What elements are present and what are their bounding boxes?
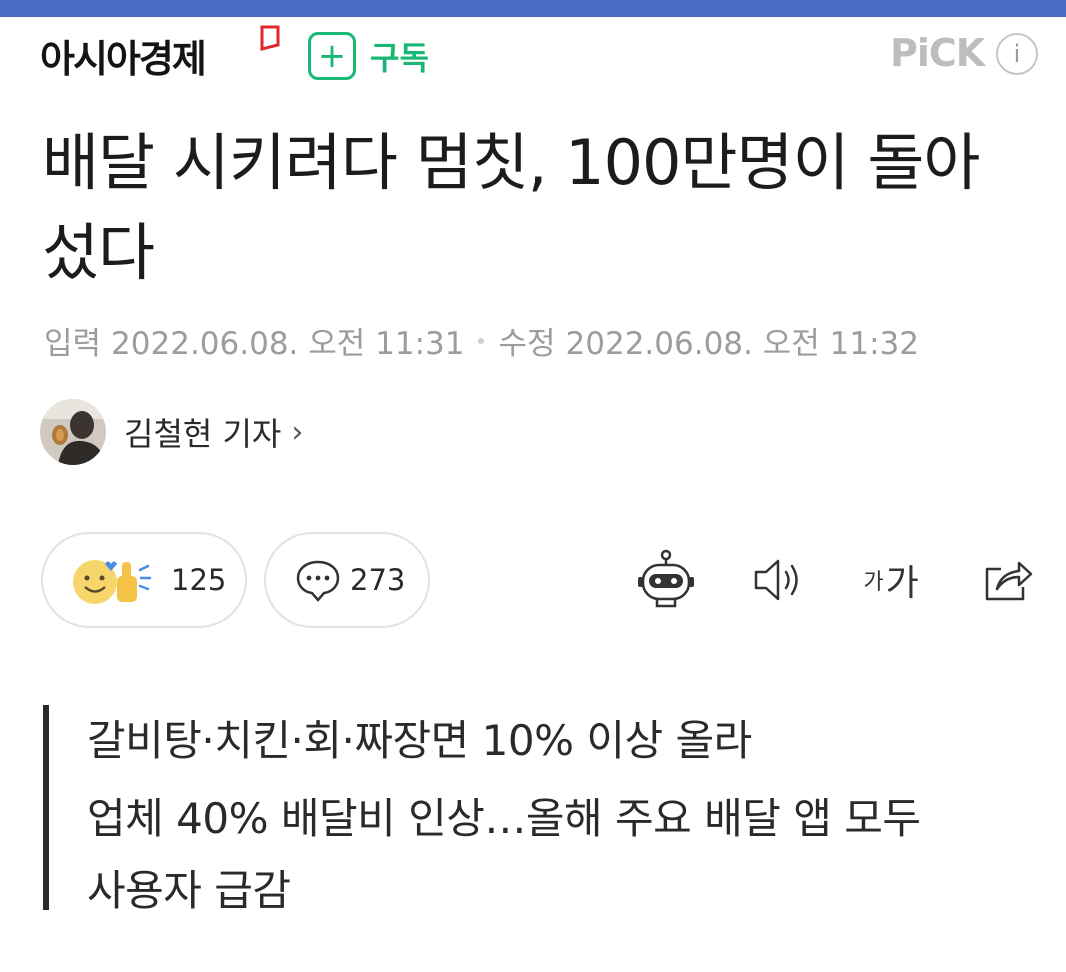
summary-bot-button[interactable] [632, 548, 700, 612]
article-summary: 갈비탕·치킨·회·짜장면 10% 이상 올라 업체 40% 배달비 인상…올해 … [43, 705, 1029, 915]
share-button[interactable] [980, 548, 1036, 612]
speaker-icon [754, 559, 798, 601]
summary-line: 업체 40% 배달비 인상…올해 주요 배달 앱 모두 [87, 794, 921, 843]
info-icon[interactable]: i [996, 33, 1038, 75]
comment-button[interactable]: 273 [264, 532, 430, 628]
summary-line: 사용자 급감 [87, 866, 291, 915]
summary-line: 갈비탕·치킨·회·짜장면 10% 이상 올라 [87, 716, 752, 765]
modified-label: 수정 [498, 326, 556, 362]
comment-bubble-icon [296, 560, 340, 602]
subscribe-label: 구독 [370, 39, 429, 77]
robot-summary-icon [638, 549, 694, 608]
input-label: 입력 [44, 326, 102, 362]
input-datetime: 2022.06.08. 오전 11:31 [111, 326, 465, 362]
pick-badge: PiCK [890, 31, 985, 75]
text-to-speech-button[interactable] [748, 548, 808, 612]
top-accent-bar [0, 0, 1066, 17]
modified-datetime: 2022.06.08. 오전 11:32 [565, 326, 919, 362]
chevron-right-icon: › [291, 414, 304, 450]
article-headline: 배달 시키려다 멈칫, 100만명이 돌아섰다 [42, 126, 980, 289]
subscribe-button[interactable]: + 구독 [308, 32, 429, 80]
article-dates: 입력 2022.06.08. 오전 11:31 수정 2022.06.08. 오… [44, 318, 919, 363]
logo-mark-icon [260, 25, 280, 51]
reaction-button[interactable]: 125 [41, 532, 247, 628]
font-size-large-label: 가 [885, 563, 919, 604]
article-header: 아시아경제 + 구독 PiCK i [0, 17, 1066, 97]
comment-count: 273 [350, 563, 406, 597]
reaction-emoji-icon [73, 560, 152, 604]
reaction-count: 125 [171, 563, 227, 597]
share-icon [985, 561, 1033, 601]
author-link[interactable]: 김철현 기자 › [40, 399, 303, 465]
author-avatar [40, 399, 106, 465]
press-logo[interactable]: 아시아경제 [40, 28, 207, 83]
author-name: 김철현 기자 [124, 415, 282, 453]
font-size-small-label: 가 [863, 570, 884, 595]
plus-icon: + [308, 32, 356, 80]
font-size-button[interactable]: 가가 [858, 548, 924, 612]
date-separator [478, 337, 485, 344]
